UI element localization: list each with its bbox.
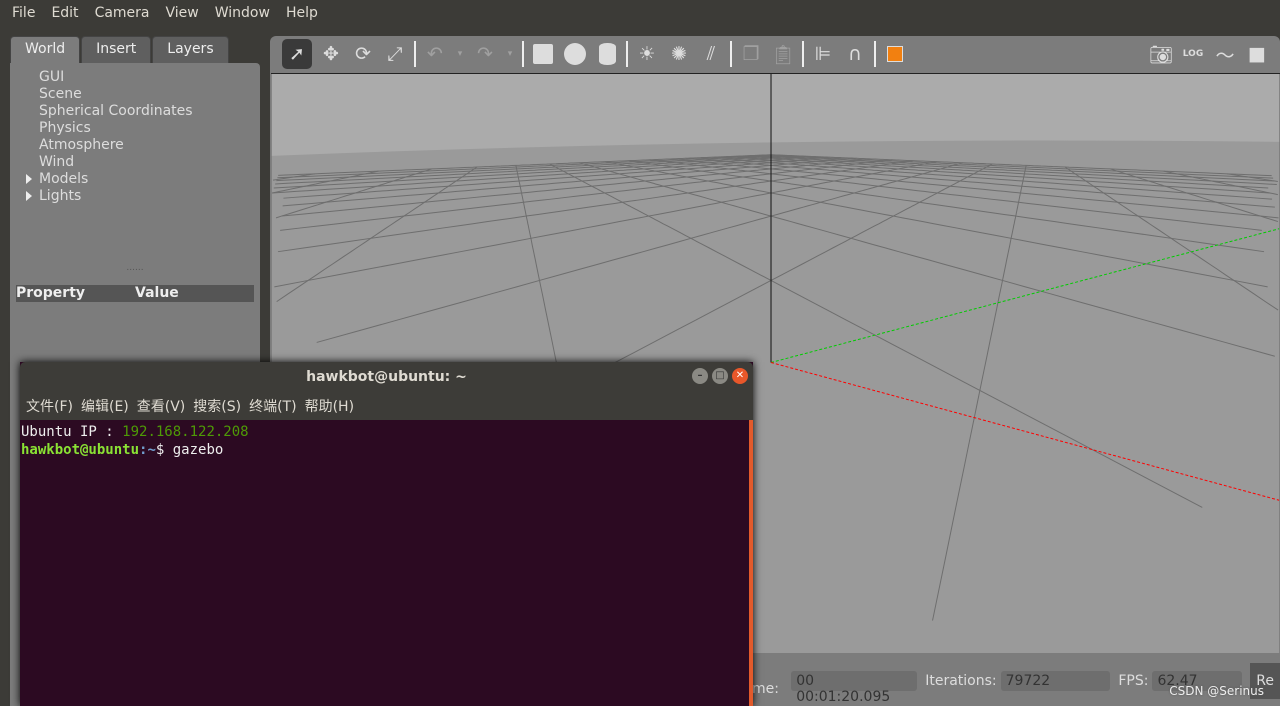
minimize-icon[interactable]: – — [692, 368, 708, 384]
record-video-icon[interactable]: ■ — [1244, 41, 1270, 67]
menu-camera[interactable]: Camera — [87, 5, 158, 21]
terminal-titlebar[interactable]: hawkbot@ubuntu: ~ – □ ✕ — [20, 362, 753, 392]
iterations-label: Iterations: — [925, 673, 997, 689]
tab-layers[interactable]: Layers — [152, 36, 229, 63]
toolbar: ➚ ✥ ⟳ ⤢ ↶ ▾ ↷ ▾ ☀ ✺ ⫽ ❐ 📋︎ ⊫ ∩ 📷︎ LOG 〜 … — [270, 36, 1280, 72]
undo-icon[interactable]: ↶ — [422, 41, 448, 67]
terminal-menu-help[interactable]: 帮助(H) — [303, 396, 360, 416]
tree-label: Models — [39, 171, 89, 187]
sim-time-value: 00 00:01:20.095 — [791, 671, 918, 705]
align-icon[interactable]: ⊫ — [810, 41, 836, 67]
separator — [522, 41, 524, 67]
tree-item-physics[interactable]: Physics — [10, 120, 260, 137]
separator — [626, 41, 628, 67]
value-column: Value — [135, 285, 179, 301]
prompt-symbol: $ — [155, 442, 173, 458]
tree-item-gui[interactable]: GUI — [10, 69, 260, 86]
sphere-icon[interactable] — [562, 41, 588, 67]
spot-light-icon[interactable]: ✺ — [666, 41, 692, 67]
menu-view[interactable]: View — [158, 5, 207, 21]
terminal-output[interactable]: Ubuntu IP : 192.168.122.208 hawkbot@ubun… — [20, 420, 753, 706]
menu-bar: File Edit Camera View Window Help — [0, 0, 1280, 26]
command-text: gazebo — [172, 442, 224, 458]
tree-label: Lights — [39, 188, 82, 204]
close-icon[interactable]: ✕ — [732, 368, 748, 384]
plot-icon[interactable]: 〜 — [1212, 41, 1238, 67]
snap-icon[interactable]: ∩ — [842, 41, 868, 67]
scale-icon[interactable]: ⤢ — [382, 41, 408, 67]
tree-item-wind[interactable]: Wind — [10, 154, 260, 171]
tree-item-atmosphere[interactable]: Atmosphere — [10, 137, 260, 154]
property-column: Property — [16, 285, 86, 301]
screenshot-icon[interactable]: 📷︎ — [1148, 41, 1174, 67]
prompt-path: :~ — [139, 442, 156, 458]
terminal-menu-edit[interactable]: 编辑(E) — [79, 396, 135, 416]
iterations-value: 79722 — [1000, 671, 1111, 691]
rotate-icon[interactable]: ⟳ — [350, 41, 376, 67]
terminal-line: hawkbot@ubuntu:~$ gazebo — [21, 441, 748, 459]
property-header: Property Value — [16, 285, 254, 302]
separator — [730, 41, 732, 67]
terminal-menu: 文件(F) 编辑(E) 查看(V) 搜索(S) 终端(T) 帮助(H) — [20, 392, 753, 420]
select-arrow-icon[interactable]: ➚ — [282, 39, 312, 69]
translate-icon[interactable]: ✥ — [318, 41, 344, 67]
menu-edit[interactable]: Edit — [43, 5, 86, 21]
paste-icon[interactable]: 📋︎ — [770, 41, 796, 67]
point-light-icon[interactable]: ☀ — [634, 41, 660, 67]
tree-item-lights[interactable]: Lights — [10, 188, 260, 205]
redo-dropdown-icon[interactable]: ▾ — [504, 41, 516, 67]
terminal-menu-search[interactable]: 搜索(S) — [191, 396, 247, 416]
view-angle-icon[interactable] — [882, 41, 908, 67]
terminal-menu-file[interactable]: 文件(F) — [24, 396, 79, 416]
menu-file[interactable]: File — [4, 5, 43, 21]
terminal-line: Ubuntu IP : 192.168.122.208 — [21, 423, 748, 441]
prompt-user: hawkbot@ubuntu — [21, 442, 140, 458]
menu-window[interactable]: Window — [207, 5, 278, 21]
tab-world[interactable]: World — [10, 36, 81, 63]
separator — [802, 41, 804, 67]
expand-arrow-icon[interactable] — [26, 174, 32, 184]
log-icon[interactable]: LOG — [1180, 41, 1206, 67]
directional-light-icon[interactable]: ⫽ — [698, 41, 724, 67]
menu-help[interactable]: Help — [278, 5, 326, 21]
tree-item-scene[interactable]: Scene — [10, 86, 260, 103]
terminal-menu-view[interactable]: 查看(V) — [135, 396, 192, 416]
terminal-title: hawkbot@ubuntu: ~ — [306, 369, 467, 385]
cylinder-icon[interactable] — [594, 41, 620, 67]
redo-icon[interactable]: ↷ — [472, 41, 498, 67]
undo-dropdown-icon[interactable]: ▾ — [454, 41, 466, 67]
splitter-handle[interactable]: ...... — [10, 205, 260, 275]
copy-icon[interactable]: ❐ — [738, 41, 764, 67]
fps-label: FPS: — [1118, 673, 1149, 689]
ip-label: Ubuntu IP : — [21, 424, 123, 440]
maximize-icon[interactable]: □ — [712, 368, 728, 384]
expand-arrow-icon[interactable] — [26, 191, 32, 201]
status-bar: l Time: 00 00:01:20.095 Iterations: 7972… — [740, 656, 1280, 706]
separator — [874, 41, 876, 67]
ip-value: 192.168.122.208 — [122, 424, 249, 440]
tree-item-models[interactable]: Models — [10, 171, 260, 188]
box-icon[interactable] — [530, 41, 556, 67]
watermark: CSDN @Serinus — [1169, 684, 1264, 698]
terminal-menu-terminal[interactable]: 终端(T) — [247, 396, 302, 416]
terminal-window: hawkbot@ubuntu: ~ – □ ✕ 文件(F) 编辑(E) 查看(V… — [20, 362, 753, 706]
tab-insert[interactable]: Insert — [81, 36, 152, 63]
separator — [414, 41, 416, 67]
tree-item-spherical-coordinates[interactable]: Spherical Coordinates — [10, 103, 260, 120]
world-tree: GUI Scene Spherical Coordinates Physics … — [10, 69, 260, 205]
